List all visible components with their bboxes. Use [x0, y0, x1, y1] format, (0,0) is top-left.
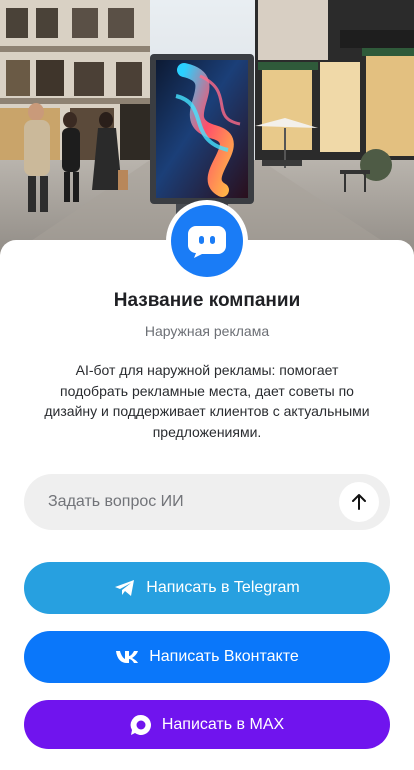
company-description: AI-бот для наружной рекламы: помогает по…: [44, 362, 370, 440]
telegram-button[interactable]: Написать в Telegram: [24, 562, 390, 614]
vk-button-label: Написать Вконтакте: [149, 648, 299, 665]
ask-ai-input[interactable]: [24, 474, 324, 530]
arrow-up-icon: [352, 494, 366, 510]
company-name: Название компании: [113, 290, 301, 311]
send-button[interactable]: [339, 482, 379, 522]
telegram-icon: [114, 579, 136, 597]
max-icon: [130, 714, 152, 736]
vk-icon: [115, 650, 139, 664]
chat-bot-icon: [188, 226, 226, 258]
max-button-label: Написать в MAX: [161, 715, 285, 733]
vk-button[interactable]: Написать Вконтакте: [24, 631, 390, 683]
ask-ai-box: [24, 474, 390, 530]
max-button[interactable]: Написать в MAX: [24, 700, 390, 749]
company-category: Наружная реклама: [144, 323, 270, 339]
telegram-button-label: Написать в Telegram: [146, 579, 300, 596]
company-avatar: [166, 200, 248, 282]
avatar-badge: [171, 205, 243, 277]
